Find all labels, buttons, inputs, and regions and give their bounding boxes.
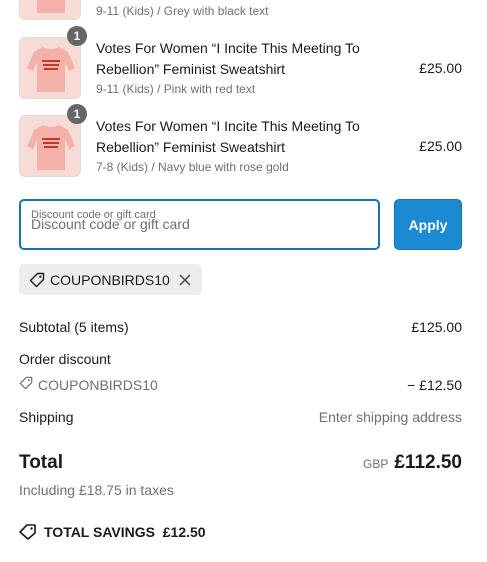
product-variant: 9-11 (Kids) / Pink with red text bbox=[96, 82, 256, 96]
savings-label: TOTAL SAVINGS bbox=[44, 524, 155, 540]
applied-code-label: COUPONBIRDS10 bbox=[50, 272, 170, 288]
product-price: £25.00 bbox=[419, 60, 462, 76]
discount-value: − £12.50 bbox=[407, 377, 462, 393]
shipping-value: Enter shipping address bbox=[318, 409, 462, 425]
product-name: Votes For Women “I Incite This Meeting T… bbox=[96, 40, 360, 77]
discount-field[interactable]: Discount code or gift card bbox=[19, 199, 380, 250]
apply-button[interactable]: Apply bbox=[394, 199, 462, 250]
sweatshirt-image bbox=[20, 0, 80, 19]
sweatshirt-image bbox=[20, 116, 80, 176]
total-amount: GBP £112.50 bbox=[363, 452, 462, 474]
sweatshirt-image bbox=[20, 38, 80, 98]
total-savings: TOTAL SAVINGS £12.50 bbox=[44, 524, 206, 540]
product-variant: 9-11 (Kids) / Grey with black text bbox=[96, 4, 269, 18]
tag-icon bbox=[19, 376, 33, 390]
shipping-label: Shipping bbox=[19, 409, 74, 425]
savings-value: £12.50 bbox=[162, 524, 206, 540]
taxes-note: Including £18.75 in taxes bbox=[19, 482, 174, 498]
subtotal-value: £125.00 bbox=[411, 319, 462, 335]
quantity-badge: 1 bbox=[67, 26, 87, 46]
total-value: £112.50 bbox=[394, 452, 462, 473]
close-icon[interactable] bbox=[179, 274, 191, 286]
product-thumbnail bbox=[19, 37, 81, 99]
product-thumbnail bbox=[19, 0, 81, 20]
quantity-badge: 1 bbox=[67, 104, 87, 124]
tag-icon bbox=[19, 524, 36, 540]
product-thumbnail bbox=[19, 115, 81, 177]
product-price: £25.00 bbox=[419, 138, 462, 154]
discount-input[interactable] bbox=[31, 216, 361, 232]
order-discount-label: Order discount bbox=[19, 351, 111, 367]
applied-discount-chip: COUPONBIRDS10 bbox=[19, 264, 202, 295]
currency-code: GBP bbox=[363, 457, 389, 471]
product-name: Votes For Women “I Incite This Meeting T… bbox=[96, 118, 360, 155]
tag-icon bbox=[29, 272, 45, 288]
subtotal-label: Subtotal (5 items) bbox=[19, 319, 129, 335]
discount-code-label: COUPONBIRDS10 bbox=[38, 377, 158, 393]
total-label: Total bbox=[19, 452, 63, 473]
product-variant: 7-8 (Kids) / Navy blue with rose gold bbox=[96, 160, 289, 174]
